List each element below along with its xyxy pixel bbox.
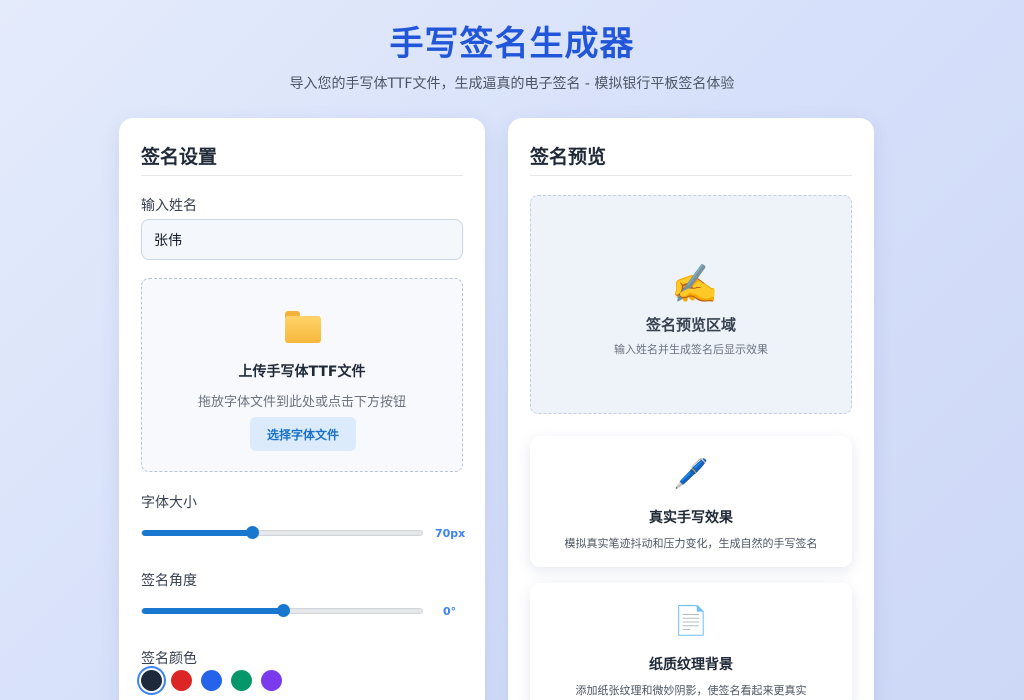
color-swatch-4[interactable] [261, 670, 282, 691]
angle-value: 0° [443, 605, 457, 618]
font-upload-dropzone[interactable]: 上传手写体TTF文件 拖放字体文件到此处或点击下方按钮 选择字体文件 [141, 278, 463, 472]
preview-area-hint: 输入姓名并生成签名后显示效果 [614, 343, 768, 356]
writing-hand-icon: ✍️ [671, 262, 719, 306]
font-size-label: 字体大小 [141, 495, 197, 511]
page-subtitle: 导入您的手写体TTF文件，生成逼真的电子签名 - 模拟银行平板签名体验 [289, 76, 735, 92]
settings-divider [141, 175, 463, 176]
preview-area-title: 签名预览区域 [645, 316, 736, 334]
font-size-value: 70px [435, 527, 466, 540]
angle-slider-fill [142, 608, 283, 614]
preview-panel: 签名预览 ✍️ 签名预览区域 输入姓名并生成签名后显示效果 🖊️ 真实手写效果 … [508, 118, 874, 700]
font-size-slider-thumb[interactable] [245, 526, 259, 539]
font-size-slider[interactable] [141, 526, 423, 539]
color-swatch-2[interactable] [201, 670, 222, 691]
folder-icon [285, 311, 321, 343]
angle-label: 签名角度 [141, 573, 197, 589]
color-swatch-1[interactable] [171, 670, 192, 691]
feature-desc: 模拟真实笔迹抖动和压力变化，生成自然的手写签名 [564, 537, 818, 550]
name-label: 输入姓名 [141, 198, 197, 214]
preview-title: 签名预览 [530, 146, 607, 168]
upload-title: 上传手写体TTF文件 [238, 364, 366, 380]
feature-title: 真实手写效果 [649, 510, 733, 526]
feature-title: 纸质纹理背景 [649, 657, 733, 673]
feature-card-paper: 📄 纸质纹理背景 添加纸张纹理和微妙阴影，使签名看起来更真实 [530, 583, 852, 700]
paper-icon: 📄 [673, 604, 709, 637]
page-header: 手写签名生成器 导入您的手写体TTF文件，生成逼真的电子签名 - 模拟银行平板签… [0, 22, 1024, 94]
preview-divider [530, 175, 852, 176]
color-swatch-0[interactable] [141, 670, 162, 691]
name-input[interactable] [141, 219, 463, 260]
signature-preview-area: ✍️ 签名预览区域 输入姓名并生成签名后显示效果 [530, 195, 852, 414]
feature-card-realistic: 🖊️ 真实手写效果 模拟真实笔迹抖动和压力变化，生成自然的手写签名 [530, 436, 852, 567]
color-swatch-3[interactable] [231, 670, 252, 691]
settings-panel: 签名设置 输入姓名 上传手写体TTF文件 拖放字体文件到此处或点击下方按钮 选择… [119, 118, 485, 700]
angle-slider-thumb[interactable] [277, 604, 290, 617]
upload-hint: 拖放字体文件到此处或点击下方按钮 [197, 395, 406, 410]
settings-title: 签名设置 [141, 146, 218, 168]
page-title: 手写签名生成器 [389, 24, 635, 64]
choose-font-file-button[interactable]: 选择字体文件 [250, 417, 356, 451]
angle-slider[interactable] [141, 604, 423, 617]
color-label: 签名颜色 [141, 651, 197, 667]
pen-icon: 🖊️ [673, 457, 709, 490]
font-size-slider-fill [142, 530, 252, 536]
feature-desc: 添加纸张纹理和微妙阴影，使签名看起来更真实 [575, 684, 807, 697]
